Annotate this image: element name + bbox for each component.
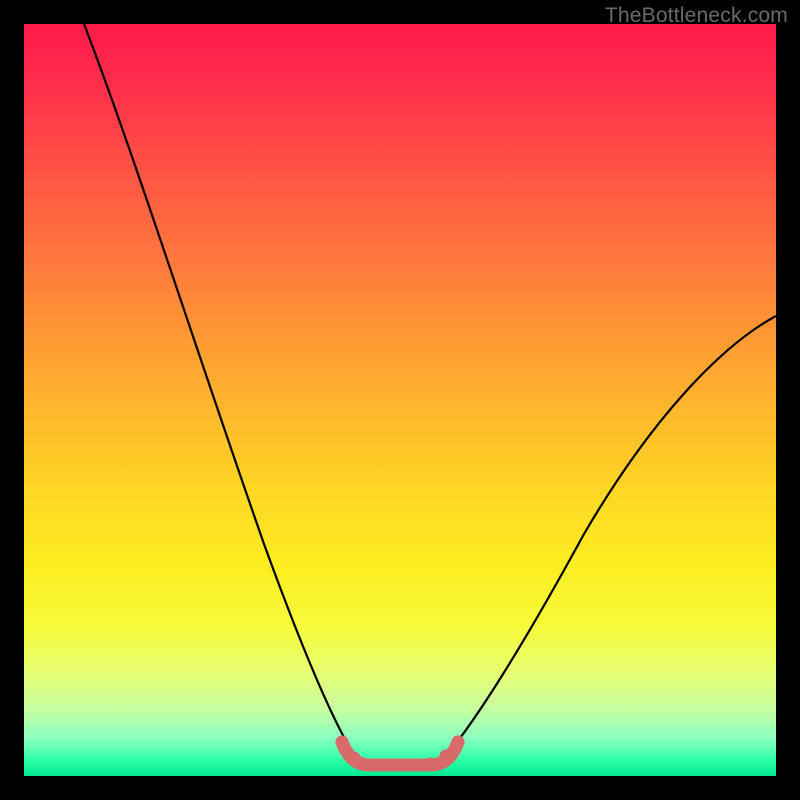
bottleneck-curves [24,24,776,776]
left-curve [84,24,356,758]
watermark-text: TheBottleneck.com [605,4,788,28]
plot-area [24,24,776,776]
right-curve [444,316,776,758]
chart-frame: TheBottleneck.com [0,0,800,800]
